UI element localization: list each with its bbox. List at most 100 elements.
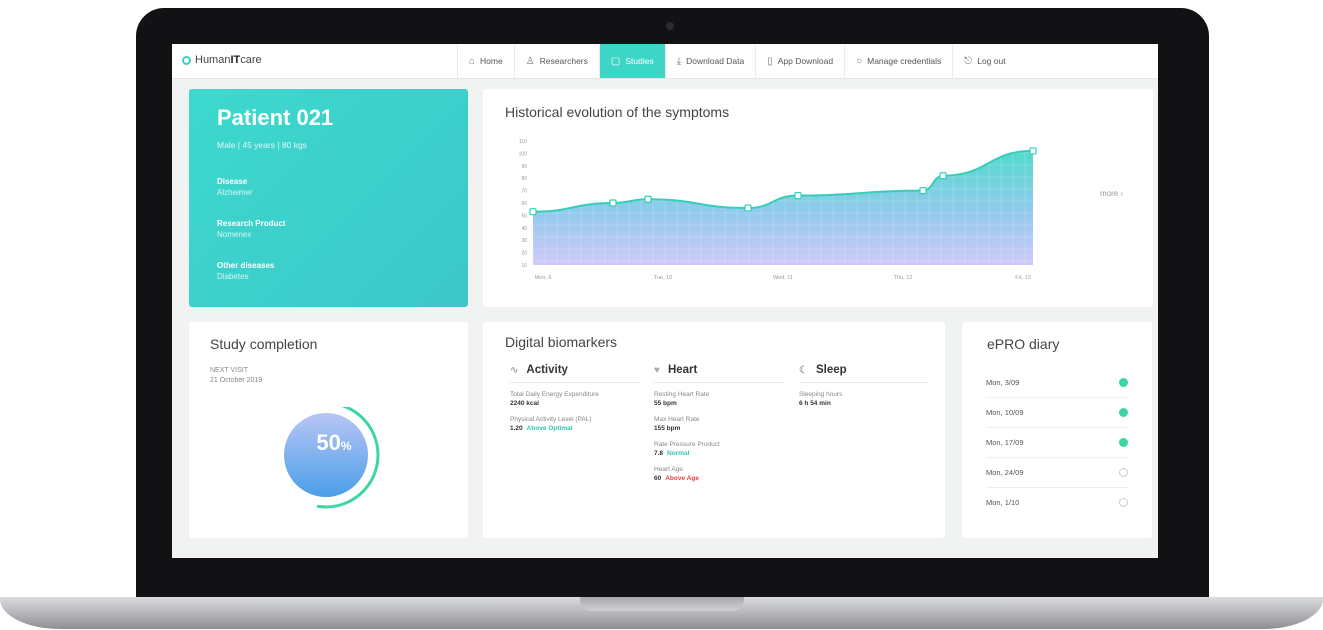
nav-label: Log out xyxy=(977,56,1006,66)
x-tick-label: Fri, 13 xyxy=(1015,275,1031,281)
nav-item-studies[interactable]: ▢ Studies xyxy=(598,44,665,78)
data-point xyxy=(939,172,947,180)
metric-label: Sleeping hours xyxy=(799,391,843,398)
nav-menu: ⌂ Home ♙ Researchers ▢ Studies ⤓ Download Da… xyxy=(457,44,1017,78)
nav-item-app-download[interactable]: ▯ App Download xyxy=(755,44,844,78)
metric: Max Heart Rate 155 bpm xyxy=(654,416,784,433)
activity-icon: ∿ xyxy=(510,364,519,376)
metric-label: Resting Heart Rate xyxy=(654,391,710,398)
metric: Physical Activity Level (PAL) 1.20 Above … xyxy=(510,416,640,433)
diary-date: Mon, 1/10 xyxy=(986,497,1020,507)
metric-label: Rate Pressure Product xyxy=(654,441,720,448)
check-done-icon xyxy=(1119,437,1128,447)
nav-label: App Download xyxy=(777,56,834,66)
metric-value: 2240 kcal xyxy=(510,399,539,407)
metric-value: 55 bpm xyxy=(654,399,677,407)
biomarker-column-sleep: ☾ Sleep Sleeping hours 6 h 54 min xyxy=(799,364,929,408)
chart-area xyxy=(533,150,1033,265)
brand-name-bold: IT xyxy=(230,54,241,66)
symptoms-chart-card: Historical evolution of the symptoms 10 2… xyxy=(483,89,1153,307)
symptoms-chart: 10 20 30 40 50 60 70 80 90 100 110 Mon, 6 Tue, 10 Wed… xyxy=(519,139,1037,281)
diary-row[interactable]: Mon, 10/09 xyxy=(986,397,1128,428)
y-tick-label: 110 xyxy=(519,139,527,145)
field-value: Alzheimer xyxy=(217,188,253,197)
folder-icon: ▢ xyxy=(610,55,621,67)
heart-icon: ♥ xyxy=(654,364,660,376)
field-key: Other diseases xyxy=(217,261,275,270)
check-done-icon xyxy=(1119,407,1128,417)
field-value: Nomenex xyxy=(217,230,252,239)
y-tick-label: 50 xyxy=(521,213,527,219)
y-tick-label: 20 xyxy=(521,251,527,257)
completion-ring xyxy=(284,407,380,509)
biomarker-column-heart: ♥ Heart Resting Heart Rate 55 bpm Max Hea… xyxy=(654,364,784,483)
digital-biomarkers-card: Digital biomarkers ∿ Activity Total Daily… xyxy=(483,322,945,538)
completion-unit: % xyxy=(340,439,352,453)
y-tick-label: 10 xyxy=(521,263,527,269)
diary-row[interactable]: Mon, 1/10 xyxy=(986,487,1128,517)
metric-label: Max Heart Rate xyxy=(654,416,700,423)
settings-icon: ○ xyxy=(856,55,863,67)
metric: Total Daily Energy Expenditure 2240 kcal xyxy=(510,391,640,408)
metric-value: 6 h 54 min xyxy=(799,399,831,407)
y-tick-label: 30 xyxy=(521,238,527,244)
epro-diary-card: ePRO diary Mon, 3/09 Mon, 10/09 Mon, 17/… xyxy=(962,322,1152,538)
nav-item-manage-credentials[interactable]: ○ Manage credentials xyxy=(844,44,952,78)
metric-value: 1.20 xyxy=(510,424,523,432)
patient-card: Patient 021 Male | 45 years | 80 kgs Dis… xyxy=(189,89,468,307)
y-tick-label: 80 xyxy=(521,176,527,182)
nav-item-download-data[interactable]: ⤓ Download Data xyxy=(664,44,756,78)
data-point xyxy=(919,186,927,195)
data-point xyxy=(1029,147,1037,155)
home-icon: ⌂ xyxy=(469,55,476,67)
brand-name-pre: Human xyxy=(195,54,231,66)
x-tick-label: Thu, 12 xyxy=(894,275,913,281)
biomarker-column-activity: ∿ Activity Total Daily Energy Expenditure… xyxy=(510,364,640,433)
completion-percent: 50% xyxy=(289,430,379,456)
check-done-icon xyxy=(1119,377,1128,387)
chevron-right-icon: › xyxy=(1120,189,1124,198)
nav-item-researchers[interactable]: ♙ Researchers xyxy=(513,44,599,78)
y-tick-label: 90 xyxy=(521,164,527,170)
nav-label: Download Data xyxy=(686,56,745,66)
screen: HumanITcare ⌂ Home ♙ Researchers ▢ Studies … xyxy=(172,44,1158,558)
diary-row[interactable]: Mon, 3/09 xyxy=(986,367,1128,398)
y-tick-label: 70 xyxy=(521,189,527,195)
check-empty-icon xyxy=(1119,497,1128,507)
metric-status: Normal xyxy=(667,449,690,457)
data-point xyxy=(644,195,652,203)
nav-label: Researchers xyxy=(539,56,588,66)
phone-icon: ▯ xyxy=(767,55,773,67)
camera-icon xyxy=(666,22,674,30)
diary-date: Mon, 24/09 xyxy=(986,467,1024,477)
y-tick-label: 100 xyxy=(519,151,528,157)
patient-subtitle: Male | 45 years | 80 kgs xyxy=(217,140,307,150)
y-tick-label: 40 xyxy=(521,226,527,232)
nav-item-log-out[interactable]: ⎋ Log out xyxy=(952,44,1016,78)
metric-value: 155 bpm xyxy=(654,424,681,432)
metric-value: 60 xyxy=(654,474,662,482)
more-label: more xyxy=(1100,189,1119,198)
nav-label: Manage credentials xyxy=(867,56,942,66)
y-tick-label: 60 xyxy=(521,201,527,207)
nav-label: Studies xyxy=(625,56,654,66)
completion-value: 50 xyxy=(316,430,341,455)
metric-value: 7.8 xyxy=(654,449,664,457)
nav-item-home[interactable]: ⌂ Home xyxy=(457,44,514,78)
x-tick-label: Mon, 6 xyxy=(535,275,552,281)
nav-label: Home xyxy=(480,56,503,66)
diary-row[interactable]: Mon, 17/09 xyxy=(986,427,1128,458)
column-title: Sleep xyxy=(815,364,847,376)
brand-logo[interactable]: HumanITcare xyxy=(182,54,262,66)
data-point xyxy=(794,191,802,200)
study-completion-card: Study completion NEXT VISIT 21 October 2… xyxy=(189,322,468,538)
patient-field-disease: Disease Alzheimer xyxy=(217,177,253,197)
data-point xyxy=(609,199,617,207)
more-link[interactable]: more › xyxy=(1100,189,1123,198)
column-title: Activity xyxy=(526,364,568,376)
patient-field-other-diseases: Other diseases Diabetes xyxy=(217,261,274,281)
download-icon: ⤓ xyxy=(676,55,682,67)
metric-label: Heart Age xyxy=(654,466,683,473)
moon-icon: ☾ xyxy=(799,364,808,376)
diary-row[interactable]: Mon, 24/09 xyxy=(986,457,1128,488)
